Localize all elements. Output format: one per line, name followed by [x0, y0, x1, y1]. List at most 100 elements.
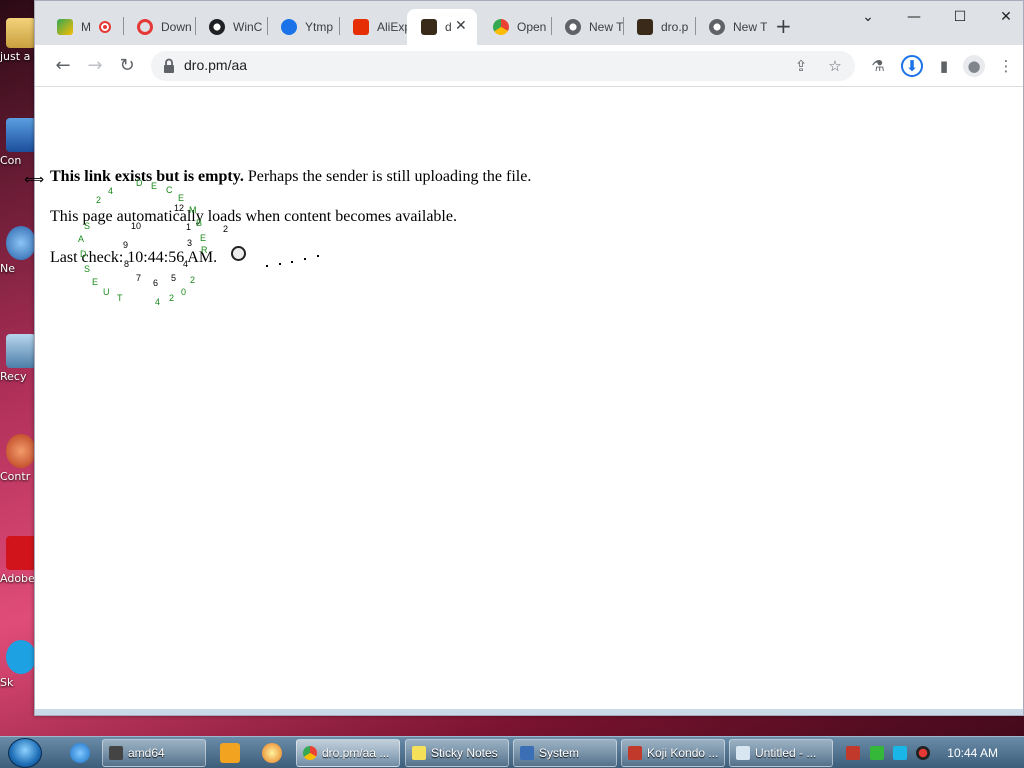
tab-label: dro.p [661, 20, 689, 34]
desktop-icon-computer[interactable]: Con [0, 118, 36, 167]
trail-letter: T [117, 293, 123, 303]
skype-icon [6, 640, 36, 674]
cmd-icon [109, 746, 123, 760]
desktop-icon-folder[interactable]: just a m [0, 18, 45, 63]
trail-letter: U [103, 287, 110, 297]
profile-avatar-icon[interactable]: ● [963, 55, 985, 77]
tab-dro[interactable]: dro.p [623, 9, 695, 45]
tab-label: Open [517, 20, 547, 34]
computer-icon [6, 118, 36, 152]
new-tab-button[interactable]: + [775, 14, 792, 38]
taskbar-item-label: dro.pm/aa ... [322, 746, 390, 760]
trail-digit: 0 [181, 287, 187, 297]
auto-load-note: This page automatically loads when conte… [50, 208, 457, 225]
taskbar-item-untitled[interactable]: Untitled - ... [729, 739, 833, 767]
download-icon[interactable]: ⬇ [901, 55, 923, 77]
taskbar-item-label: Koji Kondo ... [647, 746, 719, 760]
chrome-store-icon [493, 19, 509, 35]
media-player-icon[interactable] [220, 743, 240, 763]
trail-digit: 9 [123, 240, 129, 250]
tab-winc[interactable]: WinC [195, 9, 267, 45]
maximize-button[interactable]: ☐ [937, 5, 983, 29]
taskbar-item-amd64[interactable]: amd64 [102, 739, 206, 767]
trail-digit: 10 [131, 221, 142, 231]
tray-record-icon[interactable] [916, 746, 930, 760]
desktop-icon-label: Ne [0, 262, 15, 275]
start-button[interactable] [8, 738, 42, 768]
dro-icon [421, 19, 437, 35]
bookmark-star-icon[interactable]: ☆ [825, 56, 845, 76]
desktop-icon-control-panel[interactable]: Contr [0, 434, 36, 483]
trail-digit: 6 [153, 278, 159, 288]
close-window-button[interactable]: ✕ [983, 5, 1024, 29]
tab-open[interactable]: Open [479, 9, 551, 45]
desktop-icon-recycle-bin[interactable]: Recy [0, 334, 36, 383]
tab-download[interactable]: Down [123, 9, 195, 45]
trail-digit: 2 [96, 195, 102, 205]
tab-label: M [81, 20, 91, 34]
desktop-icon-label: Sk [0, 676, 14, 689]
tab-label: Down [161, 20, 192, 34]
resize-cursor-icon: ⟺ [24, 172, 45, 188]
adobe-icon [6, 536, 36, 570]
tab-gmeet[interactable]: M [43, 9, 123, 45]
close-tab-icon[interactable]: ✕ [455, 18, 467, 34]
trail-digit: 1 [186, 222, 192, 232]
forward-button[interactable]: → [83, 54, 107, 78]
tab-label: d [445, 20, 452, 34]
trail-dot [266, 265, 268, 267]
tab-search-dropdown-icon[interactable]: ⌄ [845, 5, 891, 29]
tray-display-icon[interactable] [893, 746, 907, 760]
tab-aliexpress[interactable]: AliExp [339, 9, 411, 45]
tab-label: Ytmp [305, 20, 334, 34]
url-text[interactable]: dro.pm/aa [184, 57, 247, 73]
internet-explorer-icon[interactable] [70, 743, 90, 763]
desktop-icon-adobe[interactable]: Adobe [0, 536, 36, 585]
trail-letter: S [84, 221, 91, 231]
tray-app-icon[interactable] [846, 746, 860, 760]
notepad-icon [736, 746, 750, 760]
reload-button[interactable]: ↻ [115, 54, 139, 78]
address-bar[interactable]: dro.pm/aa ⇪ ☆ [151, 51, 855, 81]
paint-icon[interactable] [262, 743, 282, 763]
trail-digit: 4 [183, 259, 189, 269]
trail-digit: 12 [174, 203, 185, 213]
aliexpress-icon [353, 19, 369, 35]
window-bottom-border [35, 709, 1023, 715]
desktop-icon-network[interactable]: Ne [0, 226, 36, 275]
trail-letter: M [189, 205, 197, 215]
trail-digit: 4 [155, 297, 161, 307]
trail-digit: 5 [171, 273, 177, 283]
trail-letter: C [166, 185, 173, 195]
back-button[interactable]: ← [51, 54, 75, 78]
taskbar-item-label: Sticky Notes [431, 746, 498, 760]
last-check: Last check: 10:44:56 AM. [50, 249, 218, 266]
taskbar-item-koji-kondo[interactable]: Koji Kondo ... [621, 739, 725, 767]
trail-letter: E [151, 181, 158, 191]
taskbar-item-sticky-notes[interactable]: Sticky Notes [405, 739, 509, 767]
tray-network-icon[interactable] [870, 746, 884, 760]
taskbar-clock[interactable]: 10:44 AM [947, 746, 998, 760]
recycle-bin-icon [6, 334, 36, 368]
desktop-icon-skype[interactable]: Sk [0, 640, 36, 689]
browser-toolbar: ← → ↻ dro.pm/aa ⇪ ☆ ⚗ ⬇ ▮ ● ⋮ [35, 45, 1023, 87]
extension-icon[interactable]: ⚗ [867, 55, 889, 77]
lock-icon [164, 58, 174, 73]
tab-new-tab-2[interactable]: New T [695, 9, 767, 45]
desktop-icon-label: Adobe [0, 572, 35, 585]
system-icon [520, 746, 534, 760]
taskbar-item-label: System [539, 746, 580, 760]
status-heading: This link exists but is empty. [50, 168, 244, 185]
tab-new-tab[interactable]: New T [551, 9, 623, 45]
minimize-button[interactable]: — [891, 5, 937, 29]
side-panel-icon[interactable]: ▮ [933, 55, 955, 77]
menu-icon[interactable]: ⋮ [995, 55, 1017, 77]
tab-label: AliExp [377, 20, 411, 34]
taskbar-item-system[interactable]: System [513, 739, 617, 767]
tab-ytmp[interactable]: Ytmp [267, 9, 339, 45]
taskbar-item-chrome[interactable]: dro.pm/aa ... [296, 739, 400, 767]
trail-letter: R [201, 245, 208, 255]
share-icon[interactable]: ⇪ [791, 56, 811, 76]
tab-label: New T [733, 20, 767, 34]
control-panel-icon [6, 434, 36, 468]
